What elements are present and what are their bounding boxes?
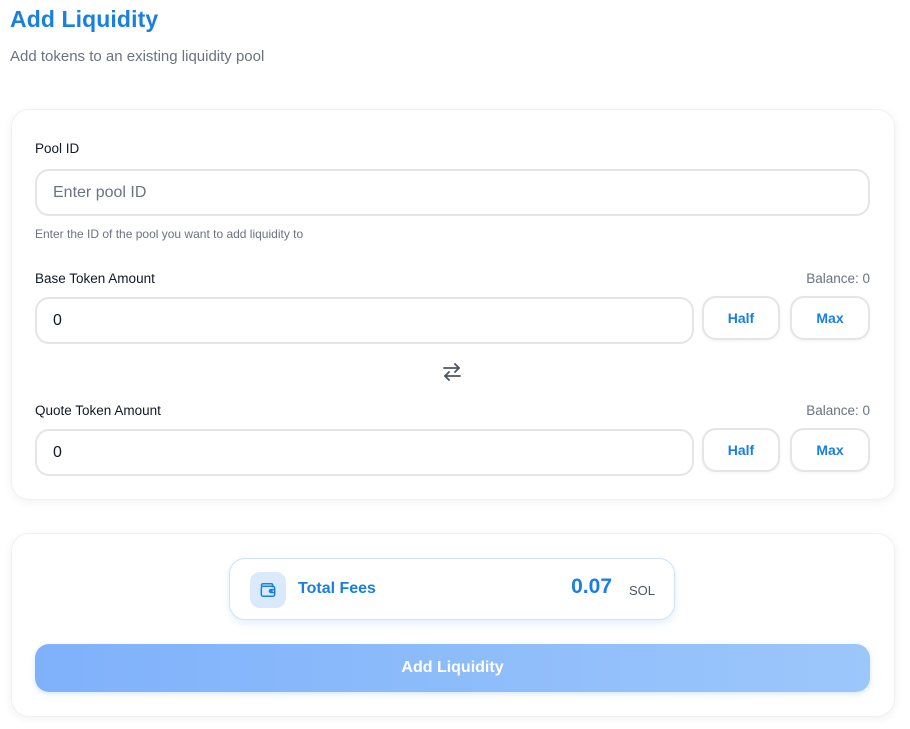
pool-id-label: Pool ID bbox=[35, 141, 80, 156]
base-token-label: Base Token Amount bbox=[35, 271, 155, 286]
page-title: Add Liquidity bbox=[10, 6, 159, 32]
add-liquidity-button[interactable]: Add Liquidity bbox=[35, 644, 870, 692]
base-token-max-button[interactable]: Max bbox=[790, 296, 870, 340]
quote-token-half-button[interactable]: Half bbox=[702, 428, 780, 472]
total-fees-label: Total Fees bbox=[298, 580, 376, 597]
total-fees-unit: SOL bbox=[628, 583, 655, 598]
quote-token-balance: Balance: 0 bbox=[806, 403, 870, 418]
base-token-half-button[interactable]: Half bbox=[702, 296, 780, 340]
wallet-icon bbox=[250, 572, 286, 608]
total-fees-summary: Total Fees 0.07 SOL bbox=[229, 558, 675, 620]
pool-id-hint: Enter the ID of the pool you want to add… bbox=[35, 227, 304, 241]
quote-token-amount-input[interactable] bbox=[35, 429, 694, 476]
quote-token-max-button[interactable]: Max bbox=[790, 428, 870, 472]
swap-arrows-icon[interactable] bbox=[440, 360, 464, 384]
base-token-balance: Balance: 0 bbox=[806, 271, 870, 286]
total-fees-value: 0.07 bbox=[571, 575, 612, 598]
page-subtitle: Add tokens to an existing liquidity pool bbox=[10, 48, 265, 65]
quote-token-label: Quote Token Amount bbox=[35, 403, 161, 418]
base-token-amount-input[interactable] bbox=[35, 297, 694, 344]
pool-id-input[interactable] bbox=[35, 169, 870, 216]
